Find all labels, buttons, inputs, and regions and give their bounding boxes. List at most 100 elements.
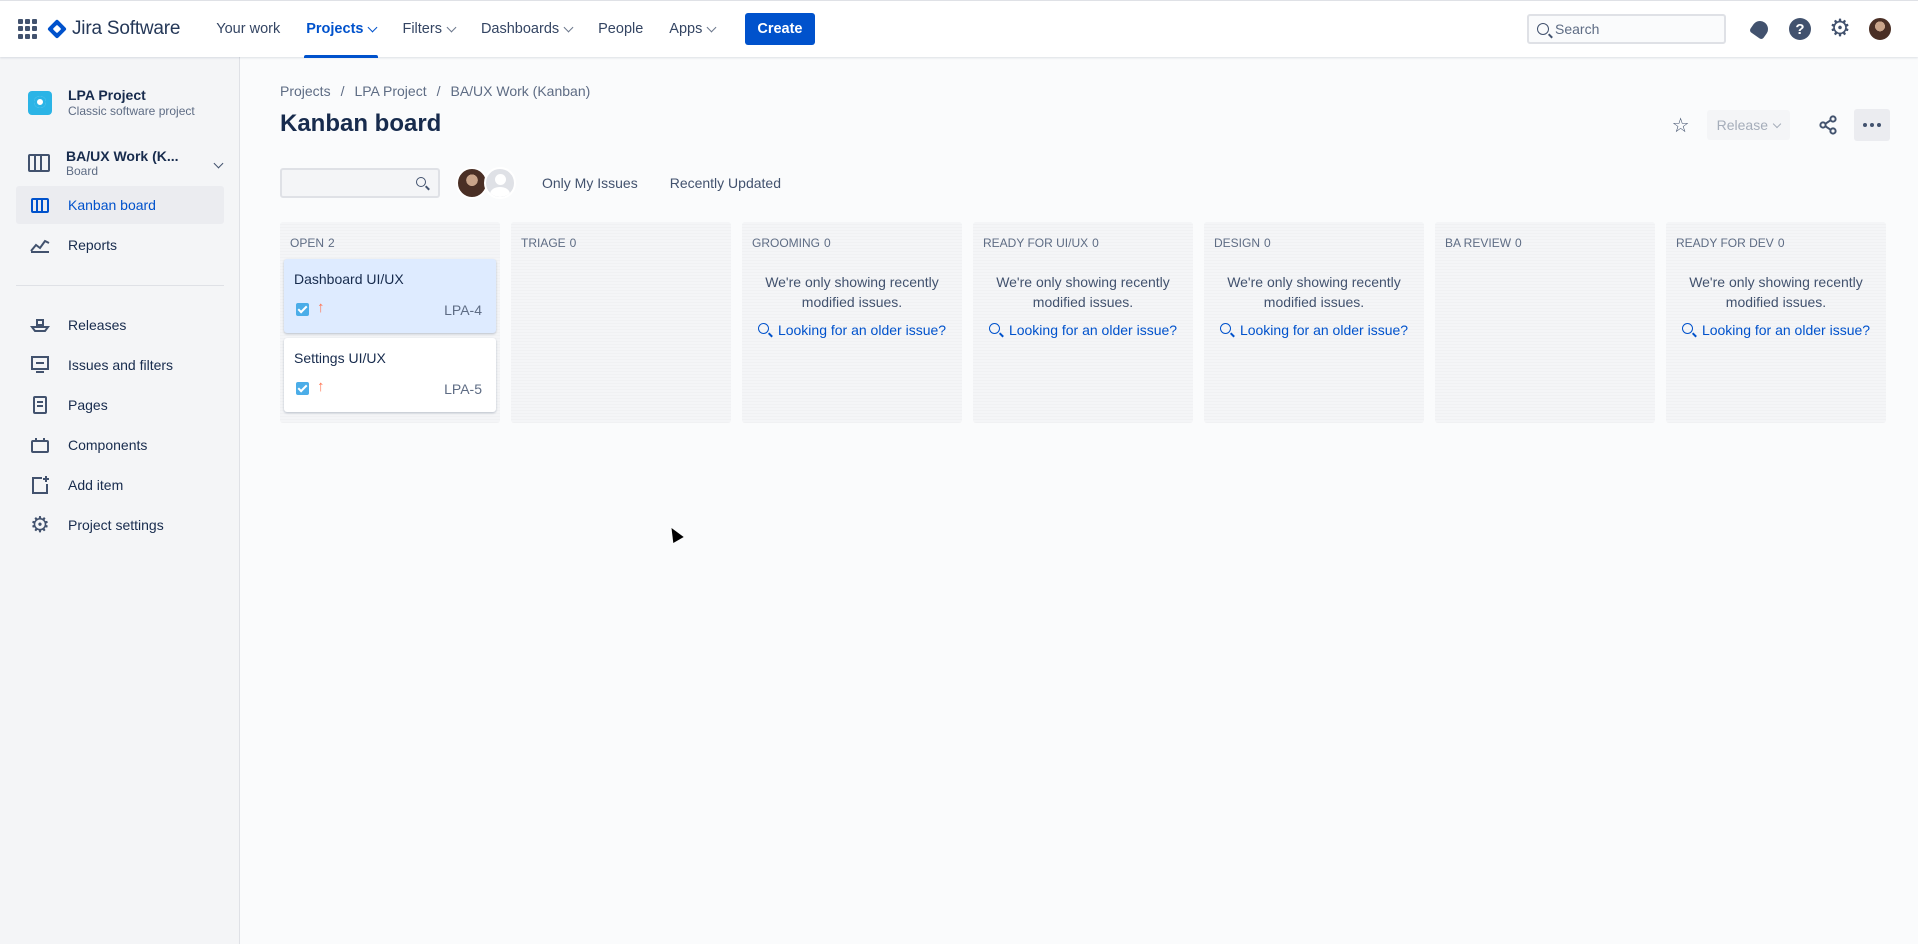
older-issue-label: Looking for an older issue? [1008, 322, 1178, 338]
filter-bar: Only My Issues Recently Updated [280, 167, 813, 199]
older-issue-link[interactable]: Looking for an older issue? [1666, 322, 1886, 338]
empty-message-line: modified issues. [1725, 294, 1827, 310]
column-name: GROOMING [752, 236, 820, 250]
sidebar-item-label: Components [68, 437, 148, 453]
sidebar-item-project-settings[interactable]: ⚙ Project settings [16, 506, 224, 544]
column-name: BA REVIEW [1445, 236, 1512, 250]
more-actions-button[interactable] [1854, 109, 1890, 141]
star-icon[interactable]: ☆ [1665, 109, 1697, 141]
column-count: 0 [824, 236, 831, 250]
issue-card[interactable]: Settings UI/UX ↑ LPA-5 [284, 338, 496, 412]
empty-message-line: We're only showing recently [1227, 274, 1401, 290]
board-selector[interactable]: BA/UX Work (K... Board [28, 148, 224, 178]
project-header[interactable]: LPA Project Classic software project [28, 87, 195, 118]
column-count: 0 [1777, 236, 1785, 250]
older-issue-label: Looking for an older issue? [1701, 322, 1871, 338]
sidebar-item-label: Add item [68, 477, 124, 493]
column-header: DESIGN 0 [1214, 236, 1271, 250]
sidebar-item-reports[interactable]: Reports [16, 226, 224, 264]
sidebar-item-issues-and-filters[interactable]: Issues and filters [16, 346, 224, 384]
empty-message-line: modified issues. [801, 294, 903, 310]
column-name: TRIAGE [521, 236, 566, 250]
column-count: 0 [569, 236, 577, 250]
nav-projects[interactable]: Projects [296, 1, 386, 58]
nav-label: Projects [306, 21, 364, 37]
nav-apps[interactable]: Apps [659, 1, 725, 58]
nav-label: Dashboards [480, 21, 560, 37]
task-type-icon [296, 382, 309, 395]
chevron-down-icon [446, 22, 457, 32]
column-count: 2 [328, 236, 335, 250]
kanban-icon [30, 196, 50, 214]
page-title: Kanban board [280, 110, 442, 137]
chevron-down-icon [213, 158, 224, 168]
share-icon [1819, 115, 1837, 135]
breadcrumb-separator: / [436, 83, 441, 99]
column-header: BA REVIEW 0 [1445, 236, 1522, 250]
app-switcher-icon[interactable] [18, 19, 38, 39]
column-count: 0 [1092, 236, 1099, 250]
sidebar-item-pages[interactable]: Pages [16, 386, 224, 424]
task-type-icon [296, 303, 309, 316]
older-issue-link[interactable]: Looking for an older issue? [973, 322, 1193, 338]
search-placeholder: Search [1555, 21, 1600, 37]
unassigned-avatar[interactable] [484, 167, 516, 199]
empty-column-message: We're only showing recently modified issu… [1666, 272, 1886, 312]
avatar [1868, 17, 1892, 41]
nav-dashboards[interactable]: Dashboards [471, 1, 582, 58]
breadcrumb-project[interactable]: LPA Project [354, 83, 426, 99]
chevron-down-icon [706, 22, 717, 32]
add-item-icon [30, 476, 50, 494]
empty-column-message: We're only showing recently modified issu… [1204, 272, 1424, 312]
sidebar-item-releases[interactable]: Releases [16, 306, 224, 344]
nav-filters[interactable]: Filters [392, 1, 464, 58]
sidebar-item-label: Reports [68, 237, 118, 253]
jira-logo[interactable]: Jira Software [47, 18, 181, 40]
help-button[interactable]: ? [1780, 9, 1820, 49]
older-issue-link[interactable]: Looking for an older issue? [1204, 322, 1424, 338]
chevron-down-icon [563, 22, 574, 32]
card-title: Dashboard UI/UX [294, 271, 404, 287]
gear-icon: ⚙ [1829, 15, 1851, 42]
nav-your-work[interactable]: Your work [206, 1, 290, 58]
header-actions: ☆ Release [1665, 109, 1890, 141]
sidebar-item-kanban-board[interactable]: Kanban board [16, 186, 224, 224]
nav-label: Filters [402, 21, 442, 37]
board-search-input[interactable] [280, 168, 440, 198]
column-design: DESIGN 0 We're only showing recently modif… [1204, 222, 1424, 423]
settings-button[interactable]: ⚙ [1820, 9, 1860, 49]
product-name: Jira Software [72, 18, 181, 39]
breadcrumb-board[interactable]: BA/UX Work (Kanban) [450, 83, 590, 99]
nav-people[interactable]: People [588, 1, 653, 58]
card-title: Settings UI/UX [294, 350, 386, 366]
search-icon [988, 323, 1000, 334]
sidebar-item-components[interactable]: Components [16, 426, 224, 464]
main-content: Projects / LPA Project / BA/UX Work (Kan… [240, 57, 1918, 944]
notifications-button[interactable] [1740, 9, 1780, 49]
settings-icon: ⚙ [30, 512, 50, 537]
only-my-issues-filter[interactable]: Only My Issues [542, 175, 638, 191]
column-triage: TRIAGE 0 [511, 222, 731, 423]
sidebar-item-add-item[interactable]: Add item [16, 466, 224, 504]
share-button[interactable] [1812, 109, 1844, 141]
empty-message-line: We're only showing recently [765, 274, 939, 290]
search-icon [1681, 323, 1693, 334]
search-icon [1219, 323, 1231, 334]
empty-message-line: modified issues. [1032, 294, 1134, 310]
release-button[interactable]: Release [1706, 110, 1790, 140]
priority-high-icon: ↑ [317, 378, 325, 395]
global-search-input[interactable]: Search [1527, 14, 1726, 44]
breadcrumb-separator: / [340, 83, 345, 99]
priority-high-icon: ↑ [317, 299, 325, 316]
profile-button[interactable] [1860, 9, 1900, 49]
issue-card[interactable]: Dashboard UI/UX ↑ LPA-4 [284, 259, 496, 333]
bell-icon [1748, 17, 1772, 41]
recently-updated-filter[interactable]: Recently Updated [670, 175, 781, 191]
older-issue-label: Looking for an older issue? [777, 322, 947, 338]
create-button[interactable]: Create [745, 13, 815, 45]
breadcrumb-projects[interactable]: Projects [280, 83, 331, 99]
sidebar-item-label: Project settings [68, 517, 164, 533]
older-issue-link[interactable]: Looking for an older issue? [742, 322, 962, 338]
project-type: Classic software project [68, 104, 195, 118]
column-grooming: GROOMING 0 We're only showing recently mod… [742, 222, 962, 423]
